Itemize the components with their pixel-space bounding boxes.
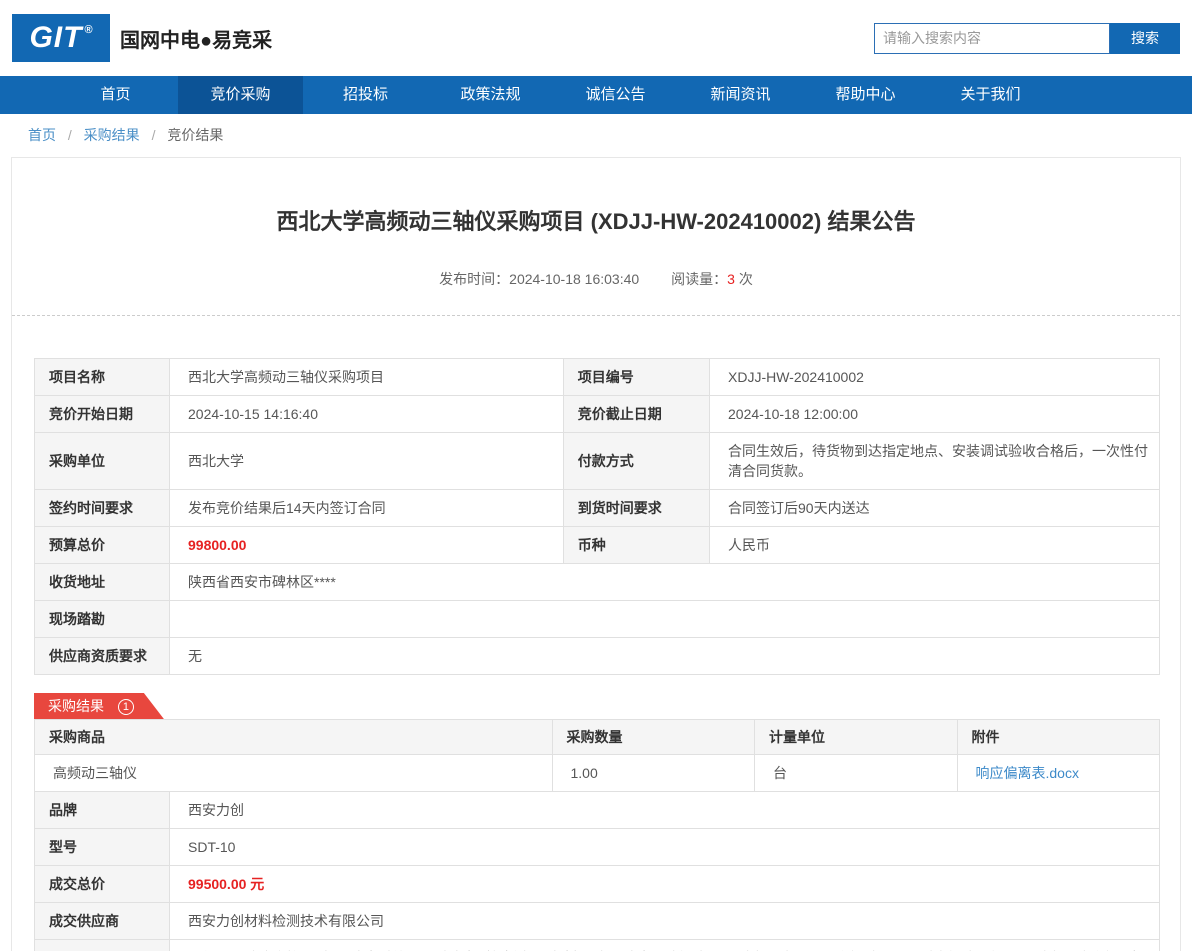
field-value: 质保期：验收合格后1年。响应时效：即时响应（包括电话响应）；电话响应无法解决20… bbox=[169, 939, 1160, 951]
views-count: 3 bbox=[727, 271, 735, 287]
field-value: 无 bbox=[169, 637, 1160, 675]
field-label: 项目编号 bbox=[562, 358, 711, 396]
site-title: 国网中电●易竞采 bbox=[120, 29, 273, 52]
field-value: 合同签订后90天内送达 bbox=[709, 489, 1160, 527]
table-header-row: 采购商品 采购数量 计量单位 附件 bbox=[34, 719, 1160, 755]
nav-item-tendering[interactable]: 招投标 bbox=[303, 76, 428, 114]
field-label: 供应商资质要求 bbox=[34, 637, 170, 675]
dashed-divider bbox=[12, 315, 1180, 316]
nav-item-news[interactable]: 新闻资讯 bbox=[678, 76, 803, 114]
field-value: 人民币 bbox=[709, 526, 1160, 564]
nav-item-bidding-procurement[interactable]: 竞价采购 bbox=[178, 76, 303, 114]
field-label: 竞价截止日期 bbox=[562, 395, 711, 433]
views-unit: 次 bbox=[738, 271, 753, 287]
field-label: 收货地址 bbox=[34, 563, 170, 601]
table-row: 项目名称 西北大学高频动三轴仪采购项目 项目编号 XDJJ-HW-2024100… bbox=[34, 358, 1160, 396]
field-label: 到货时间要求 bbox=[562, 489, 711, 527]
table-row: 质保及售后服务 质保期：验收合格后1年。响应时效：即时响应（包括电话响应）；电话… bbox=[34, 939, 1160, 951]
field-label: 采购单位 bbox=[34, 432, 170, 490]
field-value: 2024-10-15 14:16:40 bbox=[169, 395, 564, 433]
breadcrumb-home[interactable]: 首页 bbox=[28, 127, 56, 143]
publish-time-value: 2024-10-18 16:03:40 bbox=[509, 271, 640, 287]
nav-item-integrity-notice[interactable]: 诚信公告 bbox=[553, 76, 678, 114]
award-total-price: 99500.00 元 bbox=[169, 865, 1160, 903]
field-value: 陕西省西安市碑林区**** bbox=[169, 563, 1160, 601]
field-label: 预算总价 bbox=[34, 526, 170, 564]
award-detail-table: 品牌 西安力创 型号 SDT-10 成交总价 99500.00 元 成交供应商 … bbox=[34, 791, 1160, 951]
field-label: 签约时间要求 bbox=[34, 489, 170, 527]
project-info-table: 项目名称 西北大学高频动三轴仪采购项目 项目编号 XDJJ-HW-2024100… bbox=[34, 358, 1160, 675]
logo-text: GIT bbox=[29, 21, 83, 54]
main-nav: 首页 竞价采购 招投标 政策法规 诚信公告 新闻资讯 帮助中心 关于我们 bbox=[0, 76, 1192, 114]
product-table: 采购商品 采购数量 计量单位 附件 高频动三轴仪 1.00 台 响应偏离表.do… bbox=[34, 719, 1160, 792]
column-header: 计量单位 bbox=[754, 719, 958, 755]
badge-number-icon: 1 bbox=[118, 699, 134, 715]
table-row: 预算总价 99800.00 币种 人民币 bbox=[34, 526, 1160, 564]
field-value: 发布竞价结果后14天内签订合同 bbox=[169, 489, 564, 527]
field-label: 成交供应商 bbox=[34, 902, 170, 940]
breadcrumb: 首页 / 采购结果 / 竞价结果 bbox=[0, 114, 1192, 154]
nav-item-help-center[interactable]: 帮助中心 bbox=[803, 76, 928, 114]
field-label: 付款方式 bbox=[562, 432, 711, 490]
field-value bbox=[169, 600, 1160, 638]
field-value: SDT-10 bbox=[169, 828, 1160, 866]
nav-item-policy[interactable]: 政策法规 bbox=[428, 76, 553, 114]
site-logo[interactable]: GIT ® bbox=[12, 14, 110, 62]
breadcrumb-separator: / bbox=[67, 127, 72, 143]
product-quantity: 1.00 bbox=[551, 754, 755, 792]
announcement-card: 西北大学高频动三轴仪采购项目 (XDJJ-HW-202410002) 结果公告 … bbox=[11, 157, 1181, 951]
nav-item-about-us[interactable]: 关于我们 bbox=[928, 76, 1053, 114]
table-row: 成交供应商 西安力创材料检测技术有限公司 bbox=[34, 902, 1160, 940]
field-label: 品牌 bbox=[34, 791, 170, 829]
table-row: 现场踏勘 bbox=[34, 600, 1160, 638]
field-label: 项目名称 bbox=[34, 358, 170, 396]
table-row: 签约时间要求 发布竞价结果后14天内签订合同 到货时间要求 合同签订后90天内送… bbox=[34, 489, 1160, 527]
breadcrumb-separator: / bbox=[151, 127, 156, 143]
publish-time-label: 发布时间： bbox=[439, 271, 510, 287]
nav-item-home[interactable]: 首页 bbox=[53, 76, 178, 114]
field-value: 西北大学 bbox=[169, 432, 564, 490]
table-row: 型号 SDT-10 bbox=[34, 828, 1160, 866]
table-row: 采购单位 西北大学 付款方式 合同生效后，待货物到达指定地点、安装调试验收合格后… bbox=[34, 432, 1160, 490]
registered-trademark-icon: ® bbox=[84, 24, 93, 36]
budget-total-price: 99800.00 bbox=[169, 526, 564, 564]
table-row: 成交总价 99500.00 元 bbox=[34, 865, 1160, 903]
product-name: 高频动三轴仪 bbox=[34, 754, 553, 792]
field-label: 型号 bbox=[34, 828, 170, 866]
article-meta: 发布时间：2024-10-18 16:03:40 阅读量：3 次 bbox=[12, 269, 1180, 289]
table-row: 供应商资质要求 无 bbox=[34, 637, 1160, 675]
table-row: 品牌 西安力创 bbox=[34, 791, 1160, 829]
breadcrumb-current: 竞价结果 bbox=[167, 127, 224, 143]
search-input[interactable] bbox=[874, 22, 1110, 54]
field-value: 合同生效后，待货物到达指定地点、安装调试验收合格后，一次性付清合同货款。 bbox=[709, 432, 1160, 490]
field-value: 西安力创材料检测技术有限公司 bbox=[169, 902, 1160, 940]
field-value: 2024-10-18 12:00:00 bbox=[709, 395, 1160, 433]
column-header: 附件 bbox=[956, 719, 1160, 755]
table-row: 竞价开始日期 2024-10-15 14:16:40 竞价截止日期 2024-1… bbox=[34, 395, 1160, 433]
field-label: 成交总价 bbox=[34, 865, 170, 903]
attachment-link[interactable]: 响应偏离表.docx bbox=[976, 765, 1079, 781]
top-header: GIT ® 国网中电●易竞采 搜索 bbox=[0, 0, 1192, 76]
table-row: 高频动三轴仪 1.00 台 响应偏离表.docx bbox=[34, 754, 1160, 792]
field-label: 竞价开始日期 bbox=[34, 395, 170, 433]
product-unit: 台 bbox=[754, 754, 958, 792]
field-label: 现场踏勘 bbox=[34, 600, 170, 638]
column-header: 采购商品 bbox=[34, 719, 553, 755]
search-area: 搜索 bbox=[874, 22, 1180, 54]
field-value: XDJJ-HW-202410002 bbox=[709, 358, 1160, 396]
column-header: 采购数量 bbox=[551, 719, 755, 755]
field-value: 西安力创 bbox=[169, 791, 1160, 829]
field-label: 质保及售后服务 bbox=[34, 939, 170, 951]
procurement-result-badge: 采购结果 1 bbox=[34, 693, 164, 719]
search-button[interactable]: 搜索 bbox=[1110, 22, 1180, 54]
breadcrumb-procurement-results[interactable]: 采购结果 bbox=[84, 127, 140, 143]
views-label: 阅读量： bbox=[671, 271, 728, 287]
badge-label: 采购结果 bbox=[48, 698, 104, 714]
field-value: 西北大学高频动三轴仪采购项目 bbox=[169, 358, 564, 396]
field-label: 币种 bbox=[562, 526, 711, 564]
page-title: 西北大学高频动三轴仪采购项目 (XDJJ-HW-202410002) 结果公告 bbox=[276, 209, 916, 234]
table-row: 收货地址 陕西省西安市碑林区**** bbox=[34, 563, 1160, 601]
